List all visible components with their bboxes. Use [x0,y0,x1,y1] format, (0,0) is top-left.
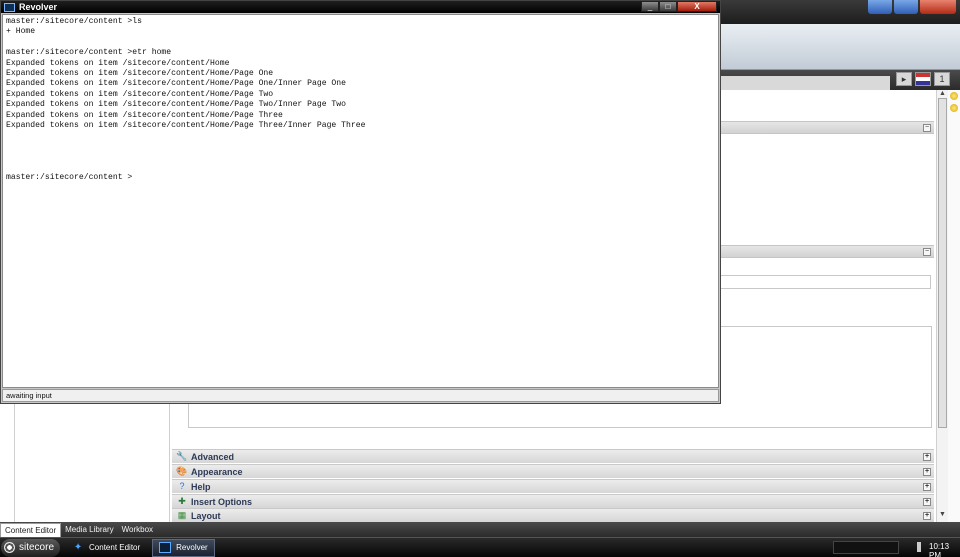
scroll-down-icon[interactable]: ▼ [939,511,946,518]
taskbar-item-label: Content Editor [89,543,141,552]
navigate-icon[interactable]: ▸ [896,72,912,86]
validation-status-icon[interactable] [950,92,958,100]
maximize-button[interactable]: □ [659,1,677,12]
clock[interactable]: 10:13 PM [929,542,960,557]
console-line: Expanded tokens on item /sitecore/conten… [6,100,346,110]
section-advanced[interactable]: 🔧 Advanced + [172,449,934,463]
section-label: Layout [191,510,221,521]
console-line: master:/sitecore/content >ls [6,17,142,26]
revolver-titlebar[interactable]: Revolver _ □ X [1,1,720,13]
taskbar: sitecore ✦ Content Editor Revolver 10:13… [0,537,960,557]
scroll-up-icon[interactable]: ▲ [939,90,946,97]
tray-battery-icon[interactable] [917,542,921,552]
tab-content-editor[interactable]: Content Editor [0,523,62,537]
title-field[interactable] [720,275,931,289]
console-output[interactable]: master:/sitecore/content >ls + Home master… [2,14,719,388]
tab-media-library[interactable]: Media Library [61,523,117,537]
expand-icon[interactable]: + [923,512,931,520]
expand-icon[interactable]: + [923,483,931,491]
console-line: Expanded tokens on item /sitecore/conten… [6,68,274,78]
minimize-button[interactable]: _ [641,1,659,12]
content-tree [0,403,170,522]
version-icon[interactable]: 1 [934,72,950,86]
taskbar-item-label: Revolver [176,543,208,552]
background-minimize-button[interactable] [868,0,892,14]
editor-tabstrip: ▸ 1 [720,70,960,90]
console-line: + Home [6,27,36,37]
tray-area [833,541,899,554]
ribbon [720,24,960,70]
expand-icon[interactable]: + [923,453,931,461]
application-tabs: Content Editor Media Library Workbox [0,522,960,537]
scrollbar-thumb[interactable] [938,98,947,428]
paint-icon: 🎨 [176,466,188,476]
revolver-window: Revolver _ □ X master:/sitecore/content … [0,0,721,404]
console-line: Expanded tokens on item /sitecore/conten… [6,89,274,99]
console-line: Expanded tokens on item /sitecore/conten… [6,79,346,89]
taskbar-item-revolver[interactable]: Revolver [152,538,215,557]
sitecore-logo-icon [4,542,15,553]
close-button[interactable]: X [677,1,717,12]
start-label: sitecore [19,542,55,553]
section-insert-options[interactable]: ✚ Insert Options + [172,494,934,508]
wrench-icon: 🔧 [176,451,188,461]
status-bar: awaiting input [2,389,719,402]
section-help[interactable]: ? Help + [172,479,934,493]
section-label: Insert Options [191,496,253,507]
validation-status-icon[interactable] [950,104,958,112]
editor-tab[interactable] [720,76,890,90]
console-line: master:/sitecore/content > [6,172,133,182]
taskbar-item-content-editor[interactable]: ✦ Content Editor [66,539,146,557]
expand-icon[interactable]: + [923,498,931,506]
editor-scrollbar[interactable]: ▲ ▼ [936,90,948,522]
language-flag-icon[interactable] [915,72,931,86]
expand-icon[interactable]: + [923,468,931,476]
section-label: Appearance [191,466,243,477]
tab-workbox[interactable]: Workbox [118,523,157,537]
insert-options-icon: ✚ [178,496,186,506]
terminal-icon [4,2,15,12]
background-window-buttons [868,0,956,14]
editor-toolbar: ▸ 1 [896,72,950,86]
layout-icon: ▦ [177,510,187,520]
section-label: Help [191,481,211,492]
background-maximize-button[interactable] [894,0,918,14]
validation-gutter [948,90,960,522]
collapse-icon[interactable]: − [923,124,931,132]
help-icon: ? [179,481,185,491]
terminal-icon [159,542,172,553]
section-appearance[interactable]: 🎨 Appearance + [172,464,934,478]
collapse-icon[interactable]: − [923,248,931,256]
console-line: Expanded tokens on item /sitecore/conten… [6,110,283,120]
section-label: Advanced [191,451,235,462]
window-buttons: _ □ X [641,1,717,12]
background-close-button[interactable] [920,0,956,14]
console-line: Expanded tokens on item /sitecore/conten… [6,120,366,130]
start-button[interactable]: sitecore [1,538,61,557]
content-editor-icon: ✦ [73,542,83,553]
console-line: Expanded tokens on item /sitecore/conten… [6,58,230,68]
window-title: Revolver [19,2,58,12]
section-layout[interactable]: ▦ Layout + [172,508,934,522]
console-line: master:/sitecore/content >etr home [6,48,172,58]
